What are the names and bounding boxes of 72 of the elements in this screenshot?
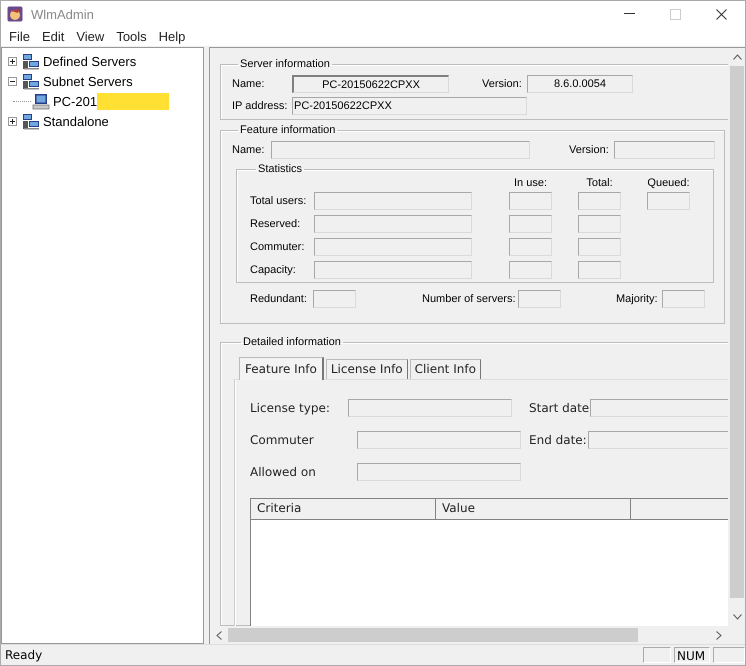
field-label: Reserved: <box>250 218 302 230</box>
column-label: Queued: <box>647 177 690 189</box>
in-use-field <box>509 214 552 232</box>
expander-icon[interactable] <box>8 76 17 86</box>
menu-item[interactable]: View <box>70 29 110 44</box>
tab[interactable]: Feature Info <box>239 357 324 380</box>
minimize-icon[interactable] <box>624 13 635 15</box>
status-pane <box>643 647 671 663</box>
window-title: WlmAdmin <box>31 6 94 22</box>
field-label: Version: <box>569 144 610 156</box>
group-title: Statistics <box>257 163 304 175</box>
field-label: IP address: <box>232 100 288 112</box>
value-field <box>518 290 561 308</box>
group-title: Feature information <box>239 124 336 136</box>
column-label: In use: <box>514 177 548 189</box>
menu-item[interactable]: Edit <box>36 29 70 44</box>
tab[interactable]: Client Info <box>410 359 481 379</box>
in-use-field <box>509 260 552 278</box>
servers-icon <box>22 52 40 70</box>
ip-address-field: PC-20150622CPXX <box>292 97 527 115</box>
scroll-left-icon[interactable] <box>216 630 222 640</box>
field-label: End date: <box>529 433 587 447</box>
column-label: Total: <box>586 177 613 189</box>
scroll-thumb[interactable] <box>730 66 744 598</box>
field-label: Name: <box>232 78 266 90</box>
total-field <box>578 214 621 232</box>
scroll-up-icon[interactable] <box>732 54 742 60</box>
scroll-down-icon[interactable] <box>732 614 742 620</box>
close-icon[interactable] <box>716 8 727 20</box>
servers-icon <box>22 72 40 90</box>
total-field <box>578 238 621 256</box>
field-label: Allowed on <box>250 465 317 479</box>
field-label: Total users: <box>250 194 308 206</box>
value-field <box>313 290 356 308</box>
value-field <box>662 290 705 308</box>
field-label: Majority: <box>616 293 659 305</box>
tree-item[interactable]: Defined Servers <box>43 54 136 68</box>
app-icon <box>7 6 23 22</box>
field-label: Capacity: <box>250 264 297 276</box>
status-text: Ready <box>5 648 44 662</box>
tree-item[interactable]: Standalone <box>43 114 109 128</box>
column-header[interactable]: Value <box>436 499 631 519</box>
in-use-field <box>509 238 552 256</box>
scroll-right-icon[interactable] <box>716 630 722 640</box>
expander-icon[interactable] <box>8 116 17 126</box>
status-indicator: NUM <box>674 647 710 663</box>
field-label: Commuter <box>250 433 315 447</box>
name-field: PC-20150622CPXX <box>292 75 449 93</box>
tab[interactable]: License Info <box>326 359 408 379</box>
group-title: Detailed information <box>242 336 342 348</box>
column-header[interactable]: Criteria <box>251 499 436 519</box>
group-title: Server information <box>239 58 331 70</box>
tree-item[interactable]: PC-201 <box>53 94 98 108</box>
field-label: Redundant: <box>250 293 308 305</box>
servers-icon <box>22 112 40 130</box>
in-use-field <box>509 192 552 210</box>
total-field <box>578 192 621 210</box>
tree-item[interactable]: Subnet Servers <box>43 74 133 88</box>
field-label: Start date <box>529 401 590 415</box>
field-label: Commuter: <box>250 240 306 252</box>
computer-icon <box>32 92 50 110</box>
field-label: Version: <box>482 78 523 90</box>
field-label: License type: <box>250 401 331 415</box>
menu-item[interactable]: Tools <box>110 29 153 44</box>
total-field <box>578 260 621 278</box>
version-field: 8.6.0.0054 <box>527 75 633 93</box>
field-label: Name: <box>232 144 266 156</box>
scroll-thumb[interactable] <box>228 628 638 642</box>
field-label: Number of servers: <box>422 293 517 305</box>
menu-item[interactable]: File <box>3 29 36 44</box>
menu-item[interactable]: Help <box>152 29 192 44</box>
expander-icon[interactable] <box>8 56 17 66</box>
